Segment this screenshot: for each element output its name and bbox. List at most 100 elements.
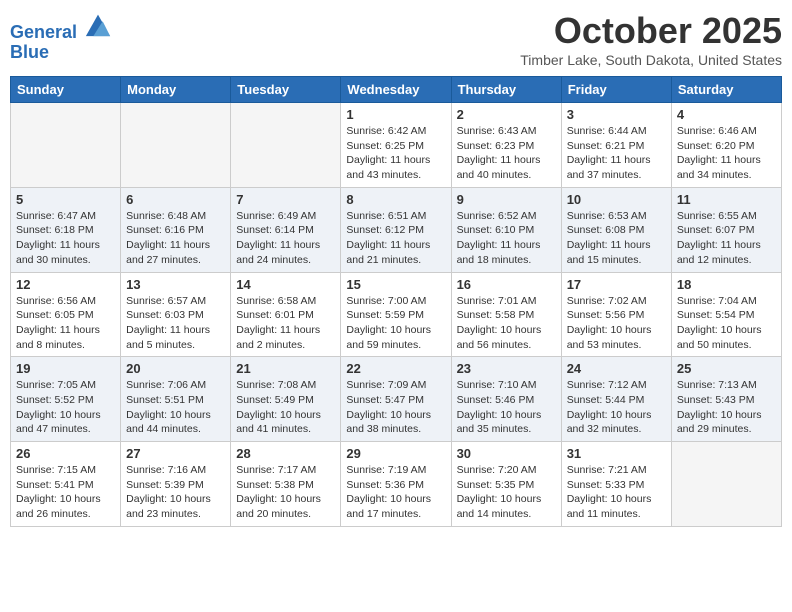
day-number: 5 [16,192,115,207]
day-info: Sunrise: 7:06 AMSunset: 5:51 PMDaylight:… [126,378,225,437]
calendar-cell: 1 Sunrise: 6:42 AMSunset: 6:25 PMDaylight… [341,103,451,188]
day-info: Sunrise: 6:48 AMSunset: 6:16 PMDaylight:… [126,209,225,268]
calendar-cell: 14 Sunrise: 6:58 AMSunset: 6:01 PMDayligh… [231,272,341,357]
day-number: 26 [16,446,115,461]
page-header: General Blue October 2025 Timber Lake, S… [10,10,782,68]
calendar-cell: 8 Sunrise: 6:51 AMSunset: 6:12 PMDaylight… [341,187,451,272]
day-number: 1 [346,107,445,122]
day-info: Sunrise: 6:52 AMSunset: 6:10 PMDaylight:… [457,209,556,268]
day-info: Sunrise: 7:15 AMSunset: 5:41 PMDaylight:… [16,463,115,522]
calendar-cell: 3Sunrise: 6:44 AMSunset: 6:21 PMDaylight… [561,103,671,188]
calendar-cell: 27Sunrise: 7:16 AMSunset: 5:39 PMDayligh… [121,442,231,527]
day-number: 30 [457,446,556,461]
calendar: SundayMondayTuesdayWednesdayThursdayFrid… [10,76,782,527]
weekday-header-sunday: Sunday [11,77,121,103]
calendar-cell: 20Sunrise: 7:06 AMSunset: 5:51 PMDayligh… [121,357,231,442]
calendar-cell: 30 Sunrise: 7:20 AMSunset: 5:35 PMDayligh… [451,442,561,527]
weekday-header-thursday: Thursday [451,77,561,103]
day-number: 12 [16,277,115,292]
calendar-cell: 24 Sunrise: 7:12 AMSunset: 5:44 PMDayligh… [561,357,671,442]
logo-icon [84,10,112,38]
calendar-cell: 18 Sunrise: 7:04 AMSunset: 5:54 PMDayligh… [671,272,781,357]
day-number: 28 [236,446,335,461]
day-info: Sunrise: 6:57 AMSunset: 6:03 PMDaylight:… [126,294,225,353]
day-info: Sunrise: 7:10 AMSunset: 5:46 PMDaylight:… [457,378,556,437]
weekday-header-monday: Monday [121,77,231,103]
month-title: October 2025 [520,10,782,52]
day-info: Sunrise: 7:09 AMSunset: 5:47 PMDaylight:… [346,378,445,437]
weekday-header-wednesday: Wednesday [341,77,451,103]
calendar-cell: 21Sunrise: 7:08 AMSunset: 5:49 PMDayligh… [231,357,341,442]
day-info: Sunrise: 6:58 AMSunset: 6:01 PMDaylight:… [236,294,335,353]
calendar-cell: 10 Sunrise: 6:53 AMSunset: 6:08 PMDayligh… [561,187,671,272]
weekday-header-saturday: Saturday [671,77,781,103]
calendar-cell: 2 Sunrise: 6:43 AMSunset: 6:23 PMDaylight… [451,103,561,188]
day-info: Sunrise: 6:51 AMSunset: 6:12 PMDaylight:… [346,209,445,268]
calendar-cell [231,103,341,188]
calendar-cell: 23 Sunrise: 7:10 AMSunset: 5:46 PMDayligh… [451,357,561,442]
day-info: Sunrise: 6:55 AMSunset: 6:07 PMDaylight:… [677,209,776,268]
day-number: 24 [567,361,666,376]
calendar-week-2: 5 Sunrise: 6:47 AMSunset: 6:18 PMDaylight… [11,187,782,272]
calendar-cell: 13Sunrise: 6:57 AMSunset: 6:03 PMDayligh… [121,272,231,357]
day-number: 2 [457,107,556,122]
day-number: 18 [677,277,776,292]
calendar-week-1: 1 Sunrise: 6:42 AMSunset: 6:25 PMDaylight… [11,103,782,188]
day-info: Sunrise: 6:56 AMSunset: 6:05 PMDaylight:… [16,294,115,353]
calendar-week-4: 19Sunrise: 7:05 AMSunset: 5:52 PMDayligh… [11,357,782,442]
day-info: Sunrise: 7:05 AMSunset: 5:52 PMDaylight:… [16,378,115,437]
calendar-cell: 31Sunrise: 7:21 AMSunset: 5:33 PMDayligh… [561,442,671,527]
day-info: Sunrise: 7:13 AMSunset: 5:43 PMDaylight:… [677,378,776,437]
day-info: Sunrise: 6:53 AMSunset: 6:08 PMDaylight:… [567,209,666,268]
calendar-cell: 28Sunrise: 7:17 AMSunset: 5:38 PMDayligh… [231,442,341,527]
calendar-cell: 6 Sunrise: 6:48 AMSunset: 6:16 PMDaylight… [121,187,231,272]
day-info: Sunrise: 6:47 AMSunset: 6:18 PMDaylight:… [16,209,115,268]
day-number: 4 [677,107,776,122]
day-number: 25 [677,361,776,376]
day-number: 17 [567,277,666,292]
day-info: Sunrise: 6:43 AMSunset: 6:23 PMDaylight:… [457,124,556,183]
calendar-cell: 26 Sunrise: 7:15 AMSunset: 5:41 PMDayligh… [11,442,121,527]
location: Timber Lake, South Dakota, United States [520,52,782,68]
day-info: Sunrise: 6:49 AMSunset: 6:14 PMDaylight:… [236,209,335,268]
logo-general: General [10,22,77,42]
calendar-cell [121,103,231,188]
calendar-cell: 17Sunrise: 7:02 AMSunset: 5:56 PMDayligh… [561,272,671,357]
day-info: Sunrise: 6:46 AMSunset: 6:20 PMDaylight:… [677,124,776,183]
day-number: 23 [457,361,556,376]
day-info: Sunrise: 7:01 AMSunset: 5:58 PMDaylight:… [457,294,556,353]
day-info: Sunrise: 6:42 AMSunset: 6:25 PMDaylight:… [346,124,445,183]
calendar-week-5: 26 Sunrise: 7:15 AMSunset: 5:41 PMDayligh… [11,442,782,527]
day-number: 10 [567,192,666,207]
day-info: Sunrise: 7:20 AMSunset: 5:35 PMDaylight:… [457,463,556,522]
day-number: 31 [567,446,666,461]
day-number: 27 [126,446,225,461]
calendar-cell: 29 Sunrise: 7:19 AMSunset: 5:36 PMDayligh… [341,442,451,527]
day-number: 6 [126,192,225,207]
day-info: Sunrise: 7:12 AMSunset: 5:44 PMDaylight:… [567,378,666,437]
weekday-header-friday: Friday [561,77,671,103]
day-number: 8 [346,192,445,207]
day-info: Sunrise: 7:19 AMSunset: 5:36 PMDaylight:… [346,463,445,522]
calendar-cell: 12 Sunrise: 6:56 AMSunset: 6:05 PMDayligh… [11,272,121,357]
calendar-week-3: 12 Sunrise: 6:56 AMSunset: 6:05 PMDayligh… [11,272,782,357]
calendar-cell: 7Sunrise: 6:49 AMSunset: 6:14 PMDaylight… [231,187,341,272]
day-info: Sunrise: 7:00 AMSunset: 5:59 PMDaylight:… [346,294,445,353]
day-number: 3 [567,107,666,122]
calendar-cell: 9Sunrise: 6:52 AMSunset: 6:10 PMDaylight… [451,187,561,272]
calendar-cell: 16Sunrise: 7:01 AMSunset: 5:58 PMDayligh… [451,272,561,357]
logo-text: General Blue [10,10,112,63]
day-number: 11 [677,192,776,207]
calendar-cell: 22Sunrise: 7:09 AMSunset: 5:47 PMDayligh… [341,357,451,442]
calendar-cell: 11 Sunrise: 6:55 AMSunset: 6:07 PMDayligh… [671,187,781,272]
logo: General Blue [10,10,112,63]
calendar-cell: 25 Sunrise: 7:13 AMSunset: 5:43 PMDayligh… [671,357,781,442]
day-number: 29 [346,446,445,461]
day-info: Sunrise: 7:08 AMSunset: 5:49 PMDaylight:… [236,378,335,437]
calendar-cell: 4 Sunrise: 6:46 AMSunset: 6:20 PMDaylight… [671,103,781,188]
day-info: Sunrise: 7:04 AMSunset: 5:54 PMDaylight:… [677,294,776,353]
logo-blue: Blue [10,42,49,62]
day-number: 15 [346,277,445,292]
weekday-header-row: SundayMondayTuesdayWednesdayThursdayFrid… [11,77,782,103]
day-number: 14 [236,277,335,292]
